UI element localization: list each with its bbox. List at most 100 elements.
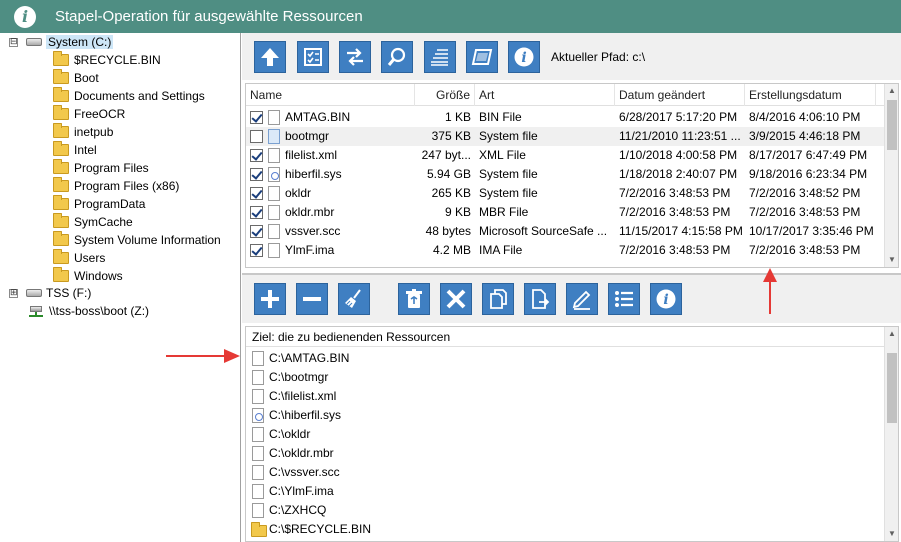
recycle-bin-icon[interactable] [398,283,430,315]
row-checkbox[interactable] [250,149,263,162]
tree-node-network-drive[interactable]: \\tss-boss\boot (Z:) [28,302,149,320]
copy-icon[interactable] [482,283,514,315]
tree-node-label: Program Files (x86) [74,179,180,193]
file-icon [252,427,264,442]
column-header-type[interactable]: Art [475,84,615,106]
file-table[interactable]: Name Größe Art Datum geändert Erstellung… [245,83,899,268]
scroll-down-icon[interactable]: ▼ [885,253,898,267]
cell-size: 375 KB [431,129,471,143]
list-item[interactable]: C:\ZXHCQ [246,501,886,520]
cell-size: 9 KB [444,205,471,219]
resource-path: C:\okldr [269,427,311,441]
tree-node-folder[interactable]: Intel [53,141,97,159]
tree-node-folder[interactable]: Program Files [53,159,149,177]
row-checkbox[interactable] [250,130,263,143]
file-icon [252,503,264,518]
scroll-thumb[interactable] [887,100,897,150]
column-header-created[interactable]: Erstellungsdatum [745,84,876,106]
plus-icon[interactable] [254,283,286,315]
tree-node-folder[interactable]: SymCache [53,213,133,231]
main-panel: i Aktueller Pfad: c:\ Name Größe Art Dat… [242,33,901,542]
row-checkbox[interactable] [250,244,263,257]
checklist-icon[interactable] [297,41,329,73]
cell-created: 7/2/2016 3:48:53 PM [749,243,861,257]
scroll-down-icon[interactable]: ▼ [885,527,898,541]
pencil-icon[interactable] [566,283,598,315]
file-icon [252,465,264,480]
tree-node-tss-drive[interactable]: ⊞ TSS (F:) [9,284,91,302]
filter-lines-icon[interactable] [424,41,456,73]
resource-path: C:\bootmgr [269,370,329,384]
broom-icon[interactable] [338,283,370,315]
list-item[interactable]: C:\hiberfil.sys [246,406,886,425]
table-row[interactable]: okldr 265 KB System file 7/2/2016 3:48:53 P… [246,184,886,203]
table-row[interactable]: vssver.scc 48 bytes Microsoft SourceSafe .… [246,222,886,241]
cell-name: YlmF.ima [285,243,335,257]
list-item[interactable]: C:\okldr.mbr [246,444,886,463]
tree-node-folder[interactable]: Documents and Settings [53,87,205,105]
scroll-up-icon[interactable]: ▲ [885,327,898,341]
expand-toggle-icon[interactable]: ⊞ [9,288,18,298]
resource-path: C:\$RECYCLE.BIN [269,522,372,536]
table-row[interactable]: bootmgr 375 KB System file 11/21/2010 11:23… [246,127,886,146]
move-file-icon[interactable] [524,283,556,315]
folder-icon [53,159,69,174]
tree-node-folder[interactable]: Program Files (x86) [53,177,179,195]
window-icon[interactable] [466,41,498,73]
file-icon [252,446,264,461]
file-table-scrollbar[interactable]: ▲ ▼ [884,84,898,267]
cell-created: 3/9/2015 4:46:18 PM [749,129,861,143]
target-resource-list[interactable]: Ziel: die zu bedienenden Ressourcen C:\A… [245,326,899,542]
row-checkbox[interactable] [250,168,263,181]
cell-created: 7/2/2016 3:48:52 PM [749,186,861,200]
folder-icon [53,87,69,102]
tree-node-folder[interactable]: Users [53,249,105,267]
tree-node-folder[interactable]: Windows [53,267,123,285]
row-checkbox[interactable] [250,187,263,200]
swap-icon[interactable] [339,41,371,73]
table-row[interactable]: hiberfil.sys 5.94 GB System file 1/18/2018 … [246,165,886,184]
column-header-name[interactable]: Name [246,84,415,106]
collapse-toggle-icon[interactable]: ⊟ [9,37,18,47]
search-icon[interactable] [381,41,413,73]
list-item[interactable]: C:\vssver.scc [246,463,886,482]
close-x-icon[interactable] [440,283,472,315]
tree-node-label: inetpub [74,125,114,139]
column-header-modified[interactable]: Datum geändert [615,84,745,106]
scroll-up-icon[interactable]: ▲ [885,84,898,98]
row-checkbox[interactable] [250,225,263,238]
tree-node-folder[interactable]: FreeOCR [53,105,125,123]
folder-tree[interactable]: ⊟ System (C:) $RECYCLE.BIN Boot Documents … [0,33,241,542]
list-item[interactable]: C:\YlmF.ima [246,482,886,501]
tree-node-folder[interactable]: $RECYCLE.BIN [53,51,161,69]
table-row[interactable]: YlmF.ima 4.2 MB IMA File 7/2/2016 3:48:53 P… [246,241,886,260]
resource-path: C:\ZXHCQ [269,503,327,517]
info-icon[interactable]: i [508,41,540,73]
table-row[interactable]: okldr.mbr 9 KB MBR File 7/2/2016 3:48:53 PM… [246,203,886,222]
list-item[interactable]: C:\bootmgr [246,368,886,387]
cell-name: bootmgr [285,129,330,143]
list-item[interactable]: C:\$RECYCLE.BIN [246,520,886,539]
row-checkbox[interactable] [250,111,263,124]
column-header-size[interactable]: Größe [415,84,475,106]
target-list-scrollbar[interactable]: ▲ ▼ [884,327,898,541]
folder-icon [251,522,267,537]
folder-icon [53,51,69,66]
row-checkbox[interactable] [250,206,263,219]
up-arrow-icon[interactable] [254,41,286,73]
tree-node-folder[interactable]: Boot [53,69,99,87]
list-item[interactable]: C:\filelist.xml [246,387,886,406]
list-icon[interactable] [608,283,640,315]
table-row[interactable]: filelist.xml 247 byt... XML File 1/10/2018 … [246,146,886,165]
info-icon[interactable]: i [650,283,682,315]
tree-node-folder[interactable]: System Volume Information [53,231,221,249]
list-item[interactable]: C:\okldr [246,425,886,444]
tree-node-system-drive[interactable]: ⊟ System (C:) [9,33,114,51]
list-item[interactable]: C:\AMTAG.BIN [246,349,886,368]
tree-node-folder[interactable]: inetpub [53,123,113,141]
minus-icon[interactable] [296,283,328,315]
scroll-thumb[interactable] [887,353,897,423]
cell-created: 8/4/2016 4:06:10 PM [749,110,861,124]
table-row[interactable]: AMTAG.BIN 1 KB BIN File 6/28/2017 5:17:20 P… [246,108,886,127]
tree-node-folder[interactable]: ProgramData [53,195,145,213]
